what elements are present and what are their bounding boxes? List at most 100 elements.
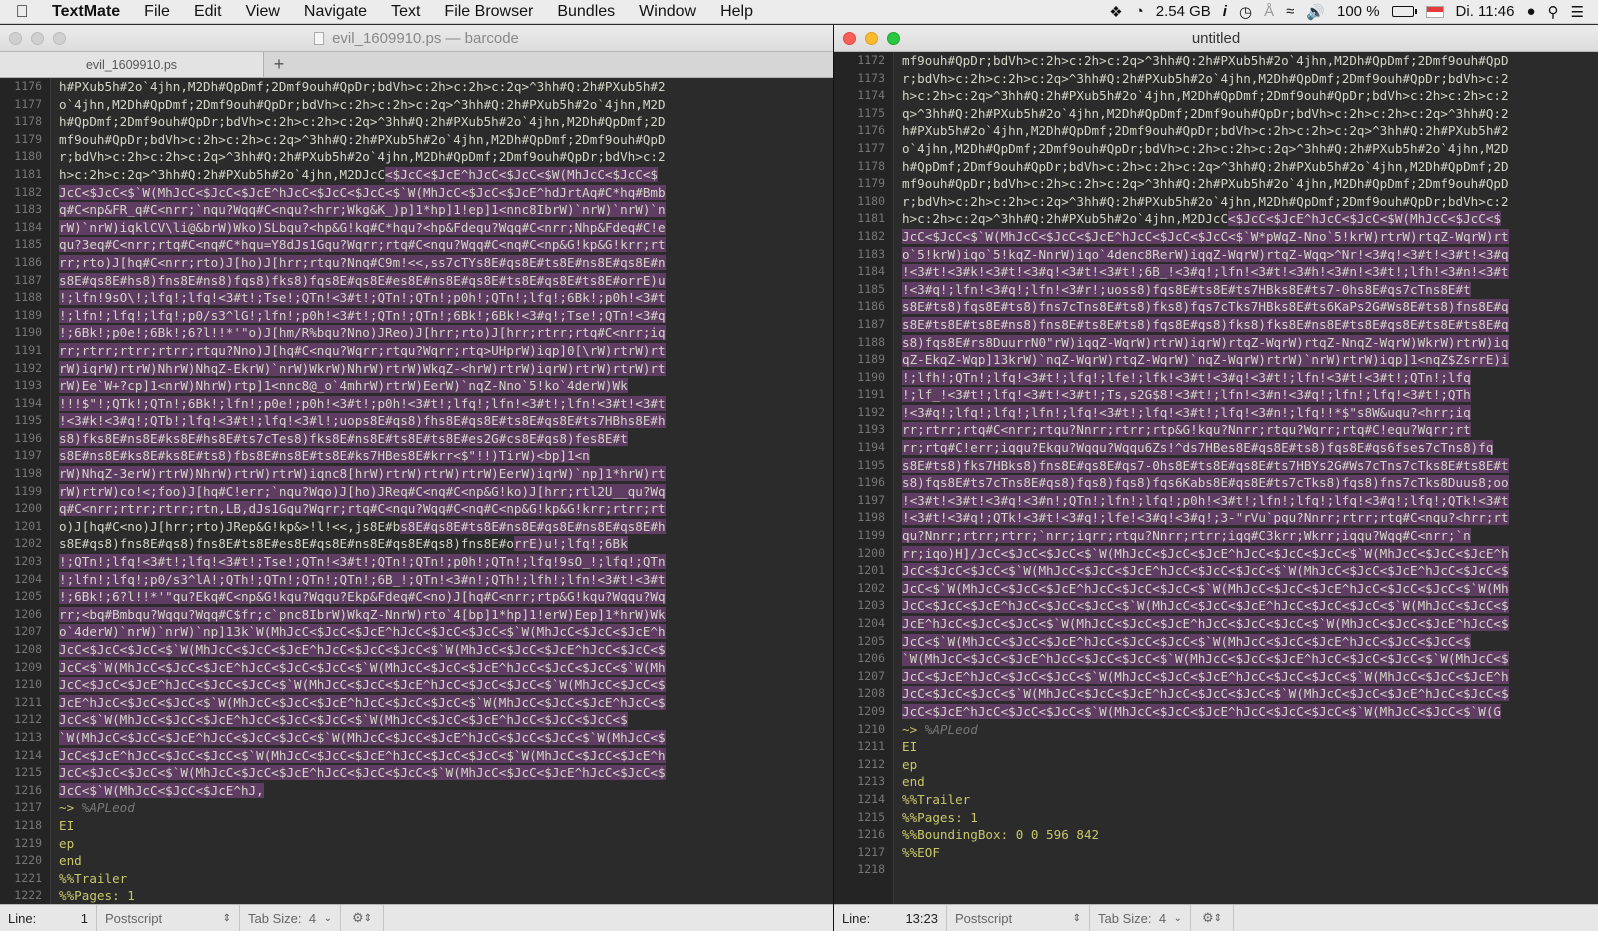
right-editor[interactable]: 1172 1173 1174 1175 1176 1177 1178 1179 1180 1181… xyxy=(834,52,1598,904)
code-line[interactable]: rr;rtrr;rtrr;rtrr;rtqu?Nno)J[hq#C<nqu?Wq… xyxy=(59,342,833,360)
code-line[interactable]: !;6Bk!;p0e!;6Bk!;6?l!!*'"o)J[hm/R%bqu?Nn… xyxy=(59,324,833,342)
code-line[interactable]: !<3#q!;lfq!;lfq!;lfn!;lfq!<3#t!;lfq!<3#t… xyxy=(902,404,1598,422)
battery-percent[interactable]: 100 % xyxy=(1337,3,1380,20)
code-line[interactable]: JcC<$JcE^hJcC<$JcC<$JcC<$`W(MhJcC<$JcC<$… xyxy=(902,703,1598,721)
minimize-button[interactable] xyxy=(865,32,878,45)
code-line[interactable]: ep xyxy=(902,756,1598,774)
tab-evil-ps[interactable]: evil_1609910.ps xyxy=(0,52,264,77)
code-line[interactable]: !!!$"!;QTk!;QTn!;6Bk!;lfn!;p0e!;p0h!<3#t… xyxy=(59,395,833,413)
menu-bundles[interactable]: Bundles xyxy=(545,3,627,21)
code-line[interactable]: q#C<nrr;rtrr;rtrr;rtn,LB,dJs1Gqu?Wqrr;rt… xyxy=(59,500,833,518)
code-line[interactable]: s8E#qs8)fns8E#qs8)fns8E#ts8E#es8E#qs8E#n… xyxy=(59,535,833,553)
code-line[interactable]: ep xyxy=(59,835,833,853)
bundle-actions-menu[interactable]: ⚙ ⇕ xyxy=(1191,910,1233,926)
code-line[interactable]: JcC<$JcC<$JcE^hJcC<$JcC<$JcC<$`W(MhJcC<$… xyxy=(59,676,833,694)
code-line[interactable]: %%BoundingBox: 0 0 596 842 xyxy=(902,826,1598,844)
code-line[interactable]: JcE^hJcC<$JcC<$JcC<$`W(MhJcC<$JcC<$JcE^h… xyxy=(59,694,833,712)
menu-window[interactable]: Window xyxy=(627,3,708,21)
code-line[interactable]: rr;rtrr;rtq#C<nrr;rtqu?Nnrr;rtrr;rtp&G!k… xyxy=(902,421,1598,439)
code-line[interactable]: rr;iqo)H]/JcC<$JcC<$JcC<$`W(MhJcC<$JcC<$… xyxy=(902,545,1598,563)
code-line[interactable]: rr;<bq#Bmbqu?Wqqu?Wqq#C$fr;c`pnc8IbrW)Wk… xyxy=(59,606,833,624)
code-line[interactable]: qu?Nnrr;rtrr;rtrr;`nrr;iqrr;rtqu?Nnrr;rt… xyxy=(902,527,1598,545)
code-line[interactable]: JcC<$JcC<$JcC<$`W(MhJcC<$JcC<$JcE^hJcC<$… xyxy=(59,764,833,782)
left-titlebar[interactable]: evil_1609910.ps — barcode xyxy=(0,25,833,52)
code-line[interactable]: rr;rto)J[hq#C<nrr;rto)J[ho)J[hrr;rtqu?Nn… xyxy=(59,254,833,272)
code-line[interactable]: !<3#t!<3#q!;QTk!<3#t!<3#q!;lfe!<3#q!<3#q… xyxy=(902,509,1598,527)
wifi-icon[interactable]: ≈ xyxy=(1286,3,1294,20)
code-line[interactable]: JcC<$JcC<$JcE^hJcC<$JcC<$JcC<$`W(MhJcC<$… xyxy=(902,597,1598,615)
code-line[interactable]: !<3#t!<3#t!<3#q!<3#n!;QTn!;lfn!;lfq!;p0h… xyxy=(902,492,1598,510)
code-line[interactable]: s8E#ts8)fks7HBks8)fns8E#qs8E#qs7-0hs8E#t… xyxy=(902,457,1598,475)
code-line[interactable]: ~> %APLeod xyxy=(902,721,1598,739)
code-line[interactable]: s8E#qs8E#hs8)fns8E#ns8)fqs8)fks8)fqs8E#q… xyxy=(59,272,833,290)
code-line[interactable]: !;lf_!<3#t!;lfq!<3#t!<3#t!;Ts,s2G$8!<3#t… xyxy=(902,386,1598,404)
code-line[interactable]: !<3#q!;lfn!<3#q!;lfn!<3#r!;uoss8)fqs8E#t… xyxy=(902,281,1598,299)
volume-icon[interactable]: 🔊 xyxy=(1306,3,1325,21)
code-line[interactable]: o`4jhn,M2Dh#QpDmf;2Dmf9ouh#QpDr;bdVh>c:2… xyxy=(59,96,833,114)
code-line[interactable]: `W(MhJcC<$JcC<$JcE^hJcC<$JcC<$JcC<$`W(Mh… xyxy=(59,729,833,747)
code-line[interactable]: s8)fks8E#ns8E#ks8E#hs8E#ts7cTes8)fks8E#n… xyxy=(59,430,833,448)
menu-app-name[interactable]: TextMate xyxy=(44,3,132,21)
code-line[interactable]: rW)`nrW)iqklCV\li@&brW)Wko)SLbqu?<hp&G!k… xyxy=(59,219,833,237)
user-icon[interactable]: ● xyxy=(1526,3,1535,20)
code-line[interactable]: s8E#ts8)fqs8E#ts8)fns7cTns8E#ts8)fks8)fq… xyxy=(902,298,1598,316)
spotlight-search-icon[interactable]: ⚲ xyxy=(1548,3,1559,21)
code-line[interactable]: h>c:2h>c:2q>^3hh#Q:2h#PXub5h#2o`4jhn,M2D… xyxy=(902,210,1598,228)
code-line[interactable]: rW)rtrW)co!<;foo)J[hq#C!err;`nqu?Wqo)J[h… xyxy=(59,483,833,501)
code-line[interactable]: JcC<$JcE^hJcC<$JcC<$JcC<$`W(MhJcC<$JcC<$… xyxy=(59,747,833,765)
time-machine-icon[interactable]: ◷ xyxy=(1239,3,1252,21)
code-line[interactable]: !;lfn!;lfq!;lfq!;p0/s3^lG!;lfn!;p0h!<3#t… xyxy=(59,307,833,325)
code-line[interactable]: %%Pages: 1 xyxy=(59,887,833,904)
code-line[interactable]: JcC<$`W(MhJcC<$JcC<$JcE^hJ, xyxy=(59,782,833,800)
dropbox-icon[interactable]: ❖ xyxy=(1109,3,1122,21)
tab-size-selector[interactable]: Tab Size: 4 ⌄ xyxy=(1090,911,1190,926)
code-line[interactable]: !;6Bk!;6?l!!*'"qu?Ekq#C<np&G!kqu?Wqqu?Ek… xyxy=(59,588,833,606)
menu-text[interactable]: Text xyxy=(379,3,432,21)
code-line[interactable]: !;lfn!;lfq!;p0/s3^lA!;QTh!;QTn!;QTn!;QTn… xyxy=(59,571,833,589)
minimize-button[interactable] xyxy=(31,32,44,45)
right-code-area[interactable]: mf9ouh#QpDr;bdVh>c:2h>c:2h>c:2q>^3hh#Q:2… xyxy=(894,52,1598,904)
code-line[interactable]: o`4derW)`nrW)`nrW)`np]13k`W(MhJcC<$JcC<$… xyxy=(59,623,833,641)
code-line[interactable]: ~> %APLeod xyxy=(59,799,833,817)
language-selector[interactable]: Postscript ⇕ xyxy=(97,911,239,926)
code-line[interactable]: qu?3eq#C<nrr;rtq#C<nq#C*hqu=Y8dJs1Gqu?Wq… xyxy=(59,236,833,254)
code-line[interactable]: h#QpDmf;2Dmf9ouh#QpDr;bdVh>c:2h>c:2h>c:2… xyxy=(59,113,833,131)
left-editor[interactable]: 1176 1177 1178 1179 1180 1181 1182 1183 1184 1185… xyxy=(0,78,833,904)
menu-navigate[interactable]: Navigate xyxy=(292,3,379,21)
code-line[interactable]: JcC<$JcC<$`W(MhJcC<$JcC<$JcE^hJcC<$JcC<$… xyxy=(59,184,833,202)
code-line[interactable]: h>c:2h>c:2q>^3hh#Q:2h#PXub5h#2o`4jhn,M2D… xyxy=(902,87,1598,105)
code-line[interactable]: s8E#ts8E#ts8E#ns8)fns8E#ts8E#ts8)fqs8E#q… xyxy=(902,316,1598,334)
code-line[interactable]: JcE^hJcC<$JcC<$JcC<$`W(MhJcC<$JcC<$JcE^h… xyxy=(902,615,1598,633)
code-line[interactable] xyxy=(902,861,1598,879)
notification-center-icon[interactable]: ☰ xyxy=(1571,3,1584,21)
code-line[interactable]: EI xyxy=(902,738,1598,756)
code-line[interactable]: mf9ouh#QpDr;bdVh>c:2h>c:2h>c:2q>^3hh#Q:2… xyxy=(59,131,833,149)
code-line[interactable]: JcC<$`W(MhJcC<$JcC<$JcE^hJcC<$JcC<$JcC<$… xyxy=(902,580,1598,598)
battery-icon[interactable] xyxy=(1391,6,1417,17)
code-line[interactable]: JcC<$JcC<$JcC<$`W(MhJcC<$JcC<$JcE^hJcC<$… xyxy=(902,562,1598,580)
menu-edit[interactable]: Edit xyxy=(182,3,234,21)
code-line[interactable]: EI xyxy=(59,817,833,835)
code-line[interactable]: h#PXub5h#2o`4jhn,M2Dh#QpDmf;2Dmf9ouh#QpD… xyxy=(902,122,1598,140)
bluetooth-icon[interactable]: Å xyxy=(1264,3,1274,20)
code-line[interactable]: JcC<$`W(MhJcC<$JcC<$JcE^hJcC<$JcC<$JcC<$… xyxy=(59,711,833,729)
language-selector[interactable]: Postscript ⇕ xyxy=(947,911,1089,926)
code-line[interactable]: r;bdVh>c:2h>c:2h>c:2q>^3hh#Q:2h#PXub5h#2… xyxy=(59,148,833,166)
right-titlebar[interactable]: untitled xyxy=(834,25,1598,52)
code-line[interactable]: h#QpDmf;2Dmf9ouh#QpDr;bdVh>c:2h>c:2h>c:2… xyxy=(902,158,1598,176)
code-line[interactable]: %%Trailer xyxy=(59,870,833,888)
line-position[interactable]: 13:23 xyxy=(890,911,946,926)
menu-file[interactable]: File xyxy=(132,3,182,21)
line-position[interactable]: 1 xyxy=(56,911,96,926)
code-line[interactable]: mf9ouh#QpDr;bdVh>c:2h>c:2h>c:2q>^3hh#Q:2… xyxy=(902,175,1598,193)
code-line[interactable]: rr;rtq#C!err;iqqu?Ekqu?Wqqu?Wqqu6Zs!^ds7… xyxy=(902,439,1598,457)
code-line[interactable]: !;lfn!9sO\!;lfq!;lfq!<3#t!;Tse!;QTn!<3#t… xyxy=(59,289,833,307)
menu-help[interactable]: Help xyxy=(708,3,765,21)
code-line[interactable]: qZ-EkqZ-Wqp]13krW)`nqZ-WqrW)rtqZ-WqrW)`n… xyxy=(902,351,1598,369)
code-line[interactable]: %%Pages: 1 xyxy=(902,809,1598,827)
clock[interactable]: Di. 11:46 xyxy=(1456,3,1515,20)
close-button[interactable] xyxy=(9,32,22,45)
code-line[interactable]: r;bdVh>c:2h>c:2h>c:2q>^3hh#Q:2h#PXub5h#2… xyxy=(902,70,1598,88)
new-tab-button[interactable]: + xyxy=(264,52,294,77)
info-icon[interactable]: i xyxy=(1223,3,1227,20)
